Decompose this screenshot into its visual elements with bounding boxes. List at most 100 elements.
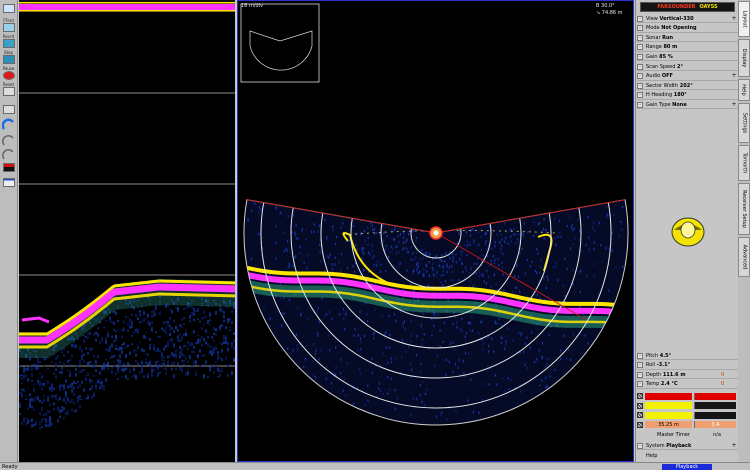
- setting-row[interactable]: - Audio OFF +: [637, 73, 738, 81]
- backscatter-speck: [75, 346, 77, 348]
- expand-icon[interactable]: +: [731, 442, 737, 449]
- sonar-speck: [458, 232, 460, 236]
- sonar-speck: [488, 383, 490, 386]
- sonar-speck: [480, 273, 483, 276]
- sonar-speck: [417, 264, 420, 268]
- echogram-view[interactable]: [19, 0, 235, 462]
- backscatter-speck: [41, 407, 43, 411]
- toolbar-button-gauge[interactable]: [1, 118, 15, 132]
- side-tab[interactable]: Tornorth: [738, 145, 750, 181]
- expand-icon[interactable]: +: [731, 73, 737, 79]
- signal-checkbox[interactable]: [637, 412, 643, 418]
- backscatter-speck: [79, 395, 81, 398]
- system-value: Playback: [666, 442, 692, 449]
- side-tab-label: Help: [741, 84, 747, 96]
- signal-checkbox[interactable]: [637, 421, 643, 428]
- sonar-speck: [335, 346, 337, 349]
- toolbar-button-forward[interactable]: FFrsd: [2, 18, 15, 32]
- setting-row[interactable]: - Scan Speed 2°: [637, 63, 738, 71]
- backscatter-speck: [53, 372, 55, 375]
- sonar-speck: [393, 313, 396, 316]
- signal-checkbox[interactable]: [637, 402, 643, 409]
- sonar-speck: [407, 250, 409, 254]
- toolbar-button-window[interactable]: [2, 178, 15, 187]
- setting-row[interactable]: - View Vertical-330 +: [637, 15, 738, 23]
- sonar-speck: [426, 388, 428, 391]
- side-tab[interactable]: Display: [738, 39, 750, 77]
- backscatter-speck: [175, 354, 177, 357]
- signal-checkbox[interactable]: [637, 393, 643, 399]
- backscatter-speck: [159, 350, 161, 353]
- backscatter-speck: [207, 319, 209, 324]
- sonar-speck: [536, 358, 538, 361]
- backscatter-speck: [59, 388, 61, 392]
- setting-name: Scan Speed: [646, 63, 676, 70]
- seabed-halo: [33, 332, 35, 358]
- backscatter-speck: [145, 359, 147, 361]
- backscatter-speck: [173, 319, 175, 323]
- backscatter-speck: [183, 333, 185, 336]
- toolbar-button-stop[interactable]: Stop: [2, 50, 15, 64]
- sonar-speck: [482, 273, 484, 277]
- side-tab[interactable]: Layout: [738, 1, 750, 37]
- setting-row[interactable]: - Range 80 m: [637, 44, 738, 52]
- backscatter-speck: [203, 354, 205, 357]
- side-tab[interactable]: Advanced: [738, 237, 750, 277]
- toolbar-button-reset[interactable]: Reset: [2, 82, 15, 96]
- sonar-speck: [258, 206, 261, 209]
- sonar-speck: [469, 243, 471, 246]
- sonar-speck: [504, 390, 506, 393]
- status-bar: Ready Playback: [0, 462, 750, 470]
- sonar-speck: [467, 399, 469, 402]
- sonar-speck: [440, 413, 442, 417]
- setting-row[interactable]: - Gain Type None +: [637, 101, 738, 110]
- backscatter-speck: [129, 369, 131, 371]
- backscatter-speck: [129, 325, 131, 329]
- backscatter-speck: [101, 336, 103, 340]
- sonar-speck: [416, 251, 418, 254]
- setting-row[interactable]: - Mode Not Opening: [637, 25, 738, 33]
- sonar-speck: [452, 279, 454, 282]
- backscatter-speck: [135, 315, 137, 317]
- setting-row[interactable]: - Sonar Run: [637, 34, 738, 43]
- backscatter-speck: [29, 393, 31, 397]
- toolbar-button-play[interactable]: Reset: [2, 100, 15, 114]
- toolbar-button-record[interactable]: Recrd: [2, 34, 15, 48]
- sonar-speck: [560, 235, 562, 239]
- side-tab[interactable]: Receiver Setup: [738, 183, 750, 235]
- sonar-speck: [480, 248, 482, 252]
- sonar-view[interactable]: 16 m/div B 30.0° ↘ 74.86 m: [237, 0, 634, 462]
- backscatter-speck: [25, 418, 27, 420]
- system-row[interactable]: - System Playback +: [637, 442, 738, 450]
- backscatter-speck: [171, 367, 173, 371]
- sonar-speck: [517, 233, 520, 236]
- toolbar-button-gauge-3[interactable]: [2, 148, 15, 162]
- backscatter-speck: [113, 340, 115, 343]
- backscatter-speck: [225, 356, 227, 360]
- help-row[interactable]: Help: [637, 452, 738, 460]
- expand-icon[interactable]: +: [731, 101, 737, 108]
- backscatter-speck: [185, 332, 187, 336]
- toolbar-button-pause[interactable]: Pause: [2, 66, 15, 80]
- side-tab[interactable]: Settings: [738, 103, 750, 143]
- sonar-speck: [480, 320, 482, 324]
- sonar-speck: [606, 215, 608, 219]
- sonar-speck: [569, 247, 572, 250]
- sonar-speck: [340, 358, 342, 361]
- toolbar-button-grid[interactable]: [2, 4, 15, 13]
- setting-row[interactable]: - Sector Width 202°: [637, 82, 738, 91]
- sonar-speck: [507, 376, 509, 380]
- sonar-canvas: [240, 3, 629, 426]
- readout-label: Depth 111.6 m: [643, 372, 718, 378]
- backscatter-speck: [95, 338, 97, 342]
- backscatter-speck: [83, 368, 85, 371]
- side-tab[interactable]: Help: [738, 79, 750, 101]
- setting-row[interactable]: - Gain 85 %: [637, 53, 738, 62]
- backscatter-speck: [155, 350, 157, 353]
- sonar-speck: [354, 327, 356, 331]
- toolbar-button-alert[interactable]: [2, 163, 15, 172]
- expand-icon[interactable]: +: [731, 15, 737, 22]
- toolbar-button-gauge-2[interactable]: [2, 134, 15, 148]
- sonar-speck: [326, 235, 328, 239]
- setting-row[interactable]: -H Heading 180°: [637, 92, 738, 100]
